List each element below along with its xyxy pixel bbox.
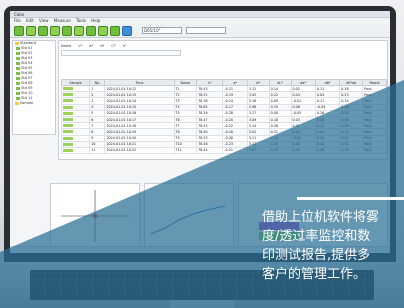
- table-cell: 78.44: [196, 146, 224, 155]
- table-cell: T11: [173, 146, 198, 155]
- menu-item-help[interactable]: Help: [91, 18, 100, 23]
- standard-icon: [16, 46, 21, 50]
- sample-color-swatch: [63, 87, 73, 91]
- toolbar: D65/10°: [10, 24, 390, 38]
- print-icon[interactable]: [98, 26, 108, 36]
- menu-item-file[interactable]: File: [14, 18, 21, 23]
- standard-icon: [16, 91, 21, 95]
- table-cell: 11: [89, 146, 106, 155]
- folder-icon: [15, 101, 19, 105]
- sample-tree: Standard Std 01 Std 02 Std 03 Std 04 Std…: [12, 40, 56, 135]
- sample-color-swatch: [63, 148, 73, 152]
- standard-icon: [16, 51, 21, 55]
- standard-icon: [16, 86, 21, 90]
- tree-item[interactable]: Sample: [13, 101, 55, 106]
- menu-item-view[interactable]: View: [39, 18, 49, 23]
- sample-color-swatch: [63, 93, 73, 97]
- table-cell: 2024-01-01 10:22: [104, 146, 175, 155]
- title-bar: Color: [10, 11, 390, 18]
- menu-item-tools[interactable]: Tools: [76, 18, 86, 23]
- caption-text: 借助上位机软件将雾 度/透过率监控和数 印测试报告,提供多 客户的管理工作。: [262, 208, 404, 284]
- sample-color-swatch: [63, 118, 73, 122]
- standard-icon: [16, 56, 21, 60]
- menu-item-edit[interactable]: Edit: [26, 18, 34, 23]
- connect-icon[interactable]: [122, 26, 132, 36]
- folder-icon: [15, 41, 19, 45]
- caption-line: 度/透过率监控和数: [262, 229, 371, 244]
- standard-icon: [16, 66, 21, 70]
- sample-color-swatch: [63, 99, 73, 103]
- sample-swatch-cell: [60, 146, 91, 155]
- sample-color-swatch: [63, 130, 73, 134]
- sample-color-swatch: [63, 105, 73, 109]
- field-label: L*: [78, 44, 83, 48]
- report-icon[interactable]: [86, 26, 96, 36]
- standard-values-row: [61, 50, 181, 56]
- sample-color-swatch: [63, 124, 73, 128]
- sample-icon[interactable]: [62, 26, 72, 36]
- caption-rule: [297, 197, 404, 200]
- open-icon[interactable]: [14, 26, 24, 36]
- standard-icon: [16, 81, 21, 85]
- caption-line: 印测试报告,提供多: [262, 248, 371, 263]
- illuminant-select[interactable]: D65/10°: [142, 27, 182, 34]
- settings-icon[interactable]: [110, 26, 120, 36]
- standard-icon: [16, 61, 21, 65]
- standard-icon: [16, 71, 21, 75]
- caption-line: 借助上位机软件将雾: [262, 210, 380, 225]
- save-icon[interactable]: [26, 26, 36, 36]
- caption-line: 客户的管理工作。: [262, 267, 367, 282]
- standard-header: Name L* a* b* C* h°: [61, 43, 133, 49]
- field-label: h°: [122, 44, 127, 48]
- sample-color-swatch: [63, 142, 73, 146]
- field-label: Name: [61, 44, 72, 48]
- field-label: C*: [111, 44, 116, 48]
- menu-item-measure[interactable]: Measure: [54, 18, 71, 23]
- standard-icon: [16, 76, 21, 80]
- field-label: b*: [100, 44, 105, 48]
- window-title: Color: [14, 12, 25, 17]
- source-select[interactable]: [186, 27, 226, 34]
- sample-color-swatch: [63, 136, 73, 140]
- measure-icon[interactable]: [38, 26, 48, 36]
- sample-color-swatch: [63, 111, 73, 115]
- standard-icon[interactable]: [50, 26, 60, 36]
- standard-icon: [16, 96, 21, 100]
- field-label: a*: [89, 44, 94, 48]
- compare-icon[interactable]: [74, 26, 84, 36]
